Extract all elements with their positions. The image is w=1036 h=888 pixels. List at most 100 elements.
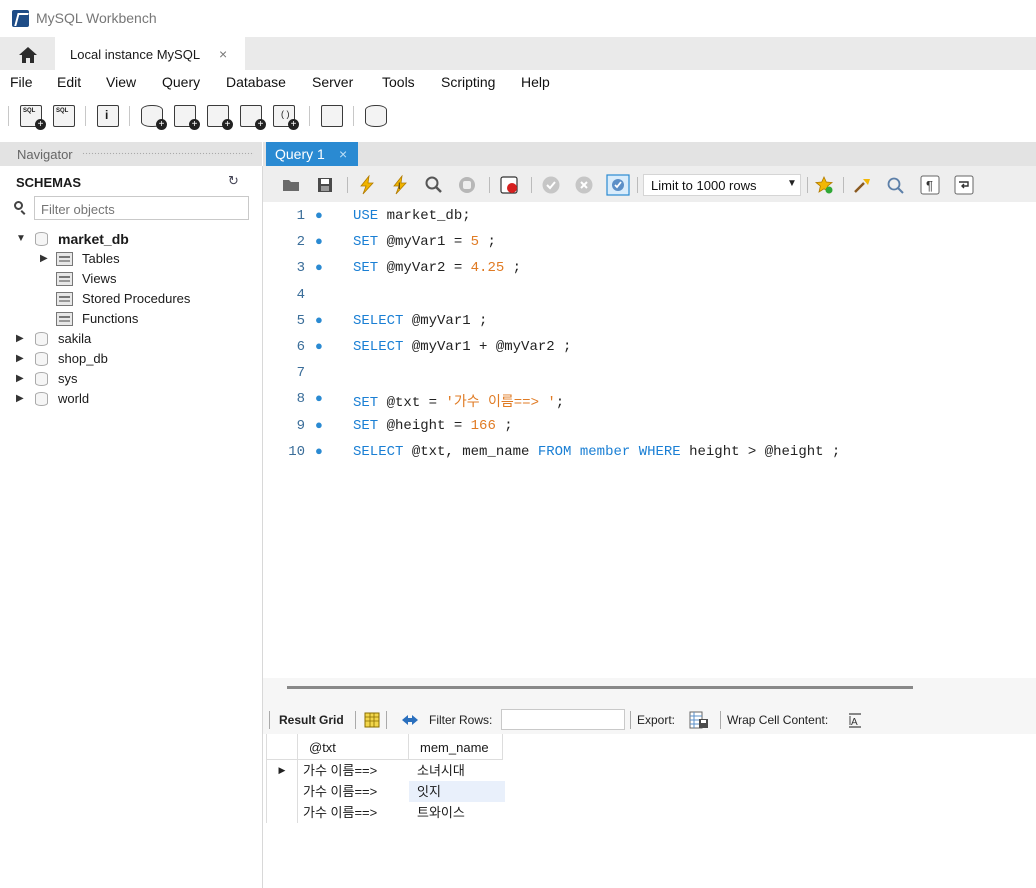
- table-row[interactable]: ▶ 가수 이름==> 소녀시대: [266, 760, 502, 781]
- new-sql-tab-icon[interactable]: SQL +: [20, 105, 46, 130]
- commit-icon[interactable]: [541, 175, 561, 195]
- menu-help[interactable]: Help: [521, 74, 550, 90]
- beautify-icon[interactable]: [852, 175, 872, 195]
- row-selector[interactable]: ▶: [267, 760, 298, 781]
- code-line[interactable]: 1 ● USE market_db;: [263, 208, 1023, 228]
- add-snippet-icon[interactable]: [814, 175, 834, 195]
- menu-edit[interactable]: Edit: [57, 74, 81, 90]
- line-number: 5: [296, 312, 305, 329]
- menu-file[interactable]: File: [10, 74, 33, 90]
- rollback-icon[interactable]: [574, 175, 594, 195]
- refresh-icon[interactable]: ↻: [228, 173, 239, 189]
- code-line[interactable]: 4: [263, 287, 1023, 307]
- line-number: 9: [296, 417, 305, 434]
- explain-icon[interactable]: [423, 175, 443, 195]
- autocommit-toggle-icon[interactable]: [606, 174, 630, 196]
- word-wrap-icon[interactable]: [954, 175, 974, 195]
- find-icon[interactable]: [885, 175, 905, 195]
- create-table-icon[interactable]: +: [174, 105, 200, 130]
- menu-view[interactable]: View: [106, 74, 136, 90]
- reconnect-icon[interactable]: [365, 105, 387, 127]
- execute-current-icon[interactable]: I: [390, 175, 410, 195]
- search-table-data-icon[interactable]: [321, 105, 343, 127]
- code-token: USE: [353, 208, 379, 224]
- row-selector[interactable]: [267, 781, 298, 802]
- statement-marker-icon: ●: [315, 443, 323, 459]
- create-function-icon[interactable]: ( ) +: [273, 105, 299, 130]
- menu-scripting[interactable]: Scripting: [441, 74, 495, 90]
- schema-sys[interactable]: ▶ sys: [16, 369, 256, 389]
- save-icon[interactable]: [315, 175, 335, 195]
- invisible-chars-icon[interactable]: ¶: [920, 175, 940, 195]
- open-file-icon[interactable]: [281, 175, 301, 195]
- code-line[interactable]: 8 ● SET @txt = '가수 이름==> ';: [263, 391, 1023, 411]
- limit-rows-select[interactable]: Limit to 1000 rows ▼: [643, 174, 801, 196]
- panel-splitter[interactable]: [263, 678, 1036, 706]
- menu-server[interactable]: Server: [312, 74, 353, 90]
- navigator-drag-handle[interactable]: [82, 152, 254, 156]
- table-cell[interactable]: 잇지: [409, 781, 505, 802]
- menu-query[interactable]: Query: [162, 74, 200, 90]
- code-token: SELECT: [353, 443, 404, 460]
- sql-editor[interactable]: 1 ● USE market_db; 2 ● SET @myVar1 = 5 ; 3 ● SET…: [263, 202, 1036, 678]
- schema-name: world: [58, 391, 90, 406]
- code-line[interactable]: 5 ● SELECT @myVar1 ;: [263, 313, 1023, 333]
- menu-database[interactable]: Database: [226, 74, 286, 90]
- create-view-icon[interactable]: +: [207, 105, 233, 130]
- code-line[interactable]: 3 ● SET @myVar2 = 4.25 ;: [263, 260, 1023, 280]
- export-icon[interactable]: [689, 710, 709, 730]
- execute-icon[interactable]: [357, 175, 377, 195]
- code-token: SET: [353, 234, 379, 251]
- code-token: @txt =: [378, 395, 446, 412]
- menu-tools[interactable]: Tools: [382, 74, 415, 90]
- filter-rows-input[interactable]: [501, 709, 625, 730]
- code-line[interactable]: 10 ● SELECT @txt, mem_name FROM member WHE…: [263, 444, 1023, 464]
- form-editor-icon[interactable]: [364, 712, 380, 728]
- schema-world[interactable]: ▶ world: [16, 389, 256, 409]
- column-header-mem-name[interactable]: mem_name: [420, 740, 489, 755]
- schema-sakila[interactable]: ▶ sakila: [16, 329, 256, 349]
- table-cell[interactable]: 트와이스: [409, 802, 505, 823]
- table-cell[interactable]: 가수 이름==>: [299, 760, 411, 781]
- refresh-results-icon[interactable]: [400, 712, 420, 728]
- schema-shop-db[interactable]: ▶ shop_db: [16, 349, 256, 369]
- code-line[interactable]: 2 ● SET @myVar1 = 5 ;: [263, 234, 1023, 254]
- schema-inspector-icon[interactable]: i: [97, 105, 119, 127]
- schema-market-db[interactable]: ▼ market_db: [16, 229, 256, 249]
- horizontal-scrollbar[interactable]: [287, 686, 913, 689]
- code-line[interactable]: 7: [263, 365, 1023, 385]
- filter-objects-input[interactable]: [39, 198, 243, 220]
- home-tab[interactable]: [12, 43, 48, 65]
- tree-item-tables[interactable]: ▶ Tables: [40, 249, 240, 269]
- table-cell[interactable]: 가수 이름==>: [299, 802, 411, 823]
- statement-marker-icon: ●: [315, 260, 323, 276]
- create-procedure-icon[interactable]: +: [240, 105, 266, 130]
- table-cell[interactable]: 소녀시대: [409, 760, 505, 781]
- tree-item-stored-procedures[interactable]: Stored Procedures: [40, 289, 240, 309]
- create-schema-icon[interactable]: +: [141, 105, 167, 130]
- query-tab[interactable]: Query 1 ×: [266, 142, 358, 166]
- table-row[interactable]: 가수 이름==> 잇지: [266, 781, 505, 802]
- code-line[interactable]: 9 ● SET @height = 166 ;: [263, 418, 1023, 438]
- open-sql-script-icon[interactable]: SQL: [53, 105, 75, 127]
- connection-tab[interactable]: Local instance MySQL ×: [55, 37, 245, 70]
- result-grid-tab[interactable]: Result Grid: [279, 713, 344, 727]
- tree-item-views[interactable]: Views: [40, 269, 240, 289]
- code-token: @myVar2 =: [378, 260, 471, 277]
- code-line[interactable]: 6 ● SELECT @myVar1 + @myVar2 ;: [263, 339, 1023, 359]
- close-icon[interactable]: ×: [339, 146, 347, 162]
- stop-icon[interactable]: [457, 175, 477, 195]
- result-grid: @txt mem_name ▶ 가수 이름==> 소녀시대 가수 이름==> 잇지 가수 …: [266, 734, 505, 823]
- tree-item-functions[interactable]: Functions: [40, 309, 240, 329]
- line-number: 10: [288, 443, 305, 460]
- navigator-panel: SCHEMAS ↻ ▼ market_db ▶ Tables Views Sto…: [0, 166, 263, 888]
- code-text: SET @txt = '가수 이름==> ';: [353, 391, 564, 411]
- row-selector[interactable]: [267, 802, 298, 823]
- wrap-cell-content-icon[interactable]: A: [847, 712, 863, 728]
- table-row[interactable]: 가수 이름==> 트와이스: [266, 802, 502, 823]
- close-icon[interactable]: ×: [219, 46, 227, 62]
- toggle-error-icon[interactable]: [499, 175, 519, 195]
- column-header-txt[interactable]: @txt: [309, 740, 336, 755]
- table-cell[interactable]: 가수 이름==>: [299, 781, 411, 802]
